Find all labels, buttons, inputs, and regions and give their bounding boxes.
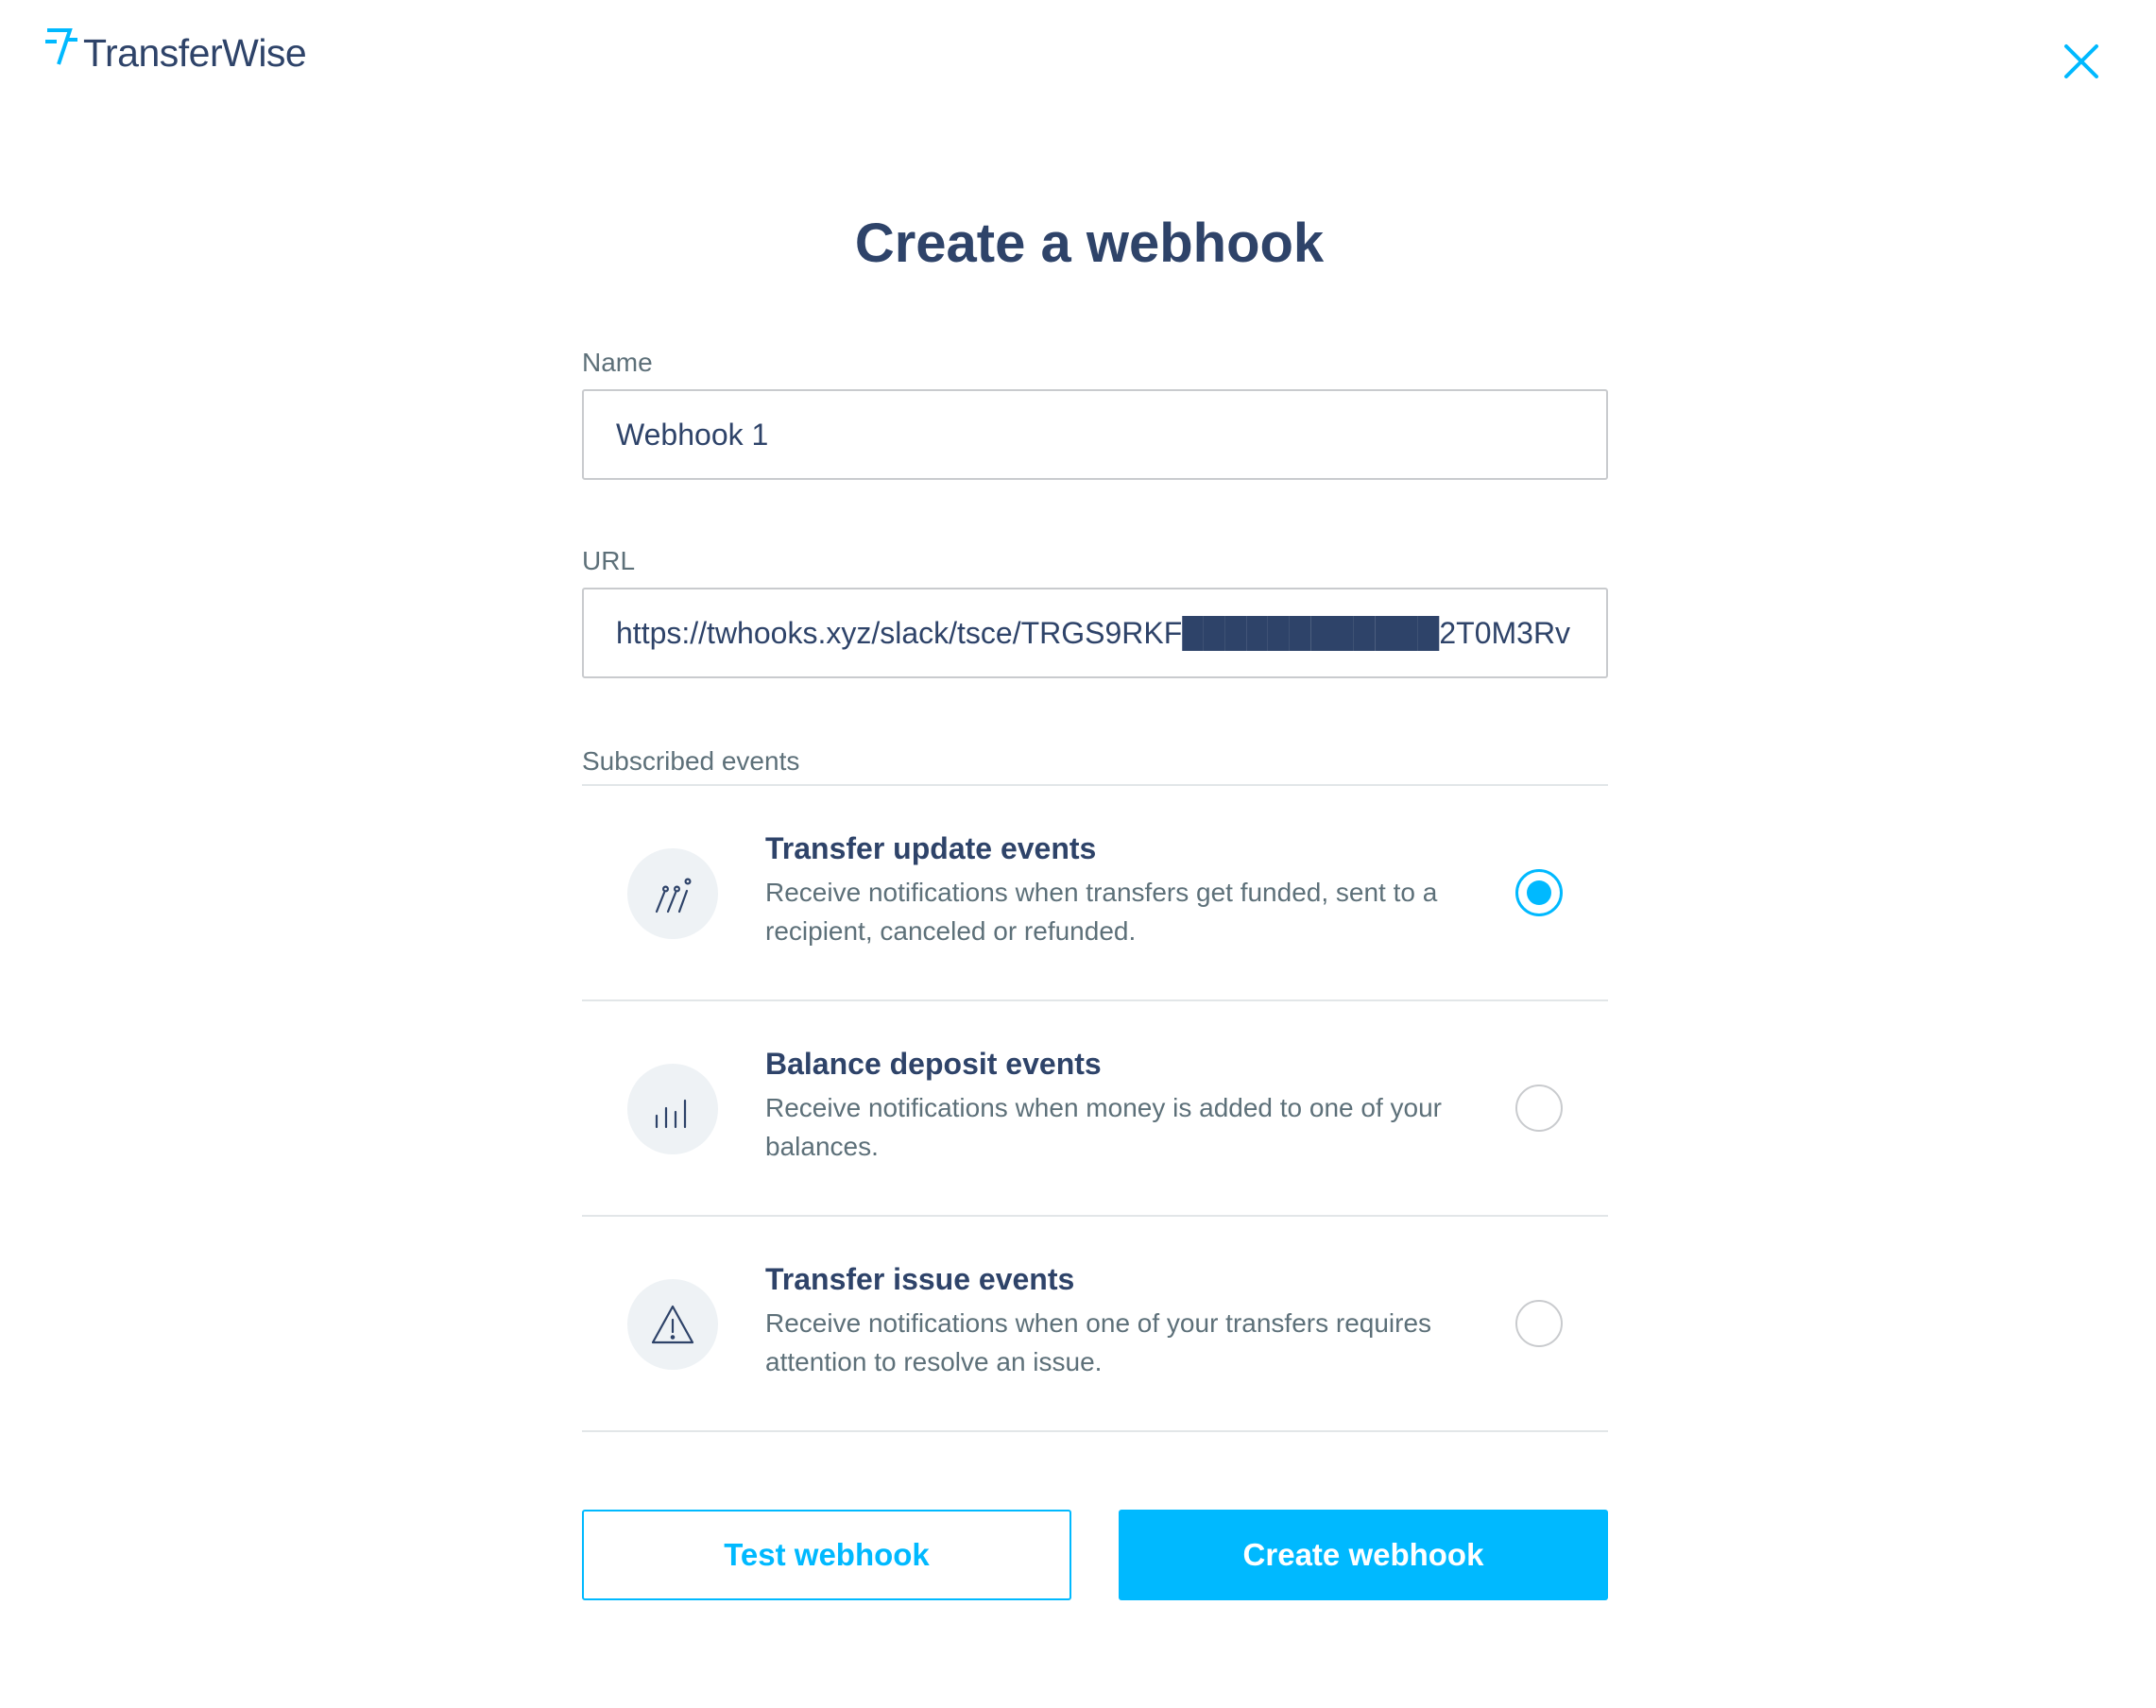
event-radio-selected[interactable] <box>1515 869 1563 916</box>
url-input[interactable] <box>582 588 1608 678</box>
brand-name: TransferWise <box>83 31 307 75</box>
event-option-transfer-issue[interactable]: Transfer issue events Receive notificati… <box>582 1217 1608 1432</box>
warning-triangle-icon <box>627 1279 718 1370</box>
create-webhook-button[interactable]: Create webhook <box>1119 1510 1608 1600</box>
event-list: Transfer update events Receive notificat… <box>582 784 1608 1432</box>
transferwise-logo[interactable]: TransferWise <box>45 26 307 76</box>
create-webhook-page: TransferWise Create a webhook Name URL S… <box>0 0 2156 1708</box>
event-title: Transfer issue events <box>765 1262 1075 1296</box>
event-description: Receive notifications when money is adde… <box>765 1093 1442 1161</box>
event-option-balance-deposit[interactable]: Balance deposit events Receive notificat… <box>582 1001 1608 1217</box>
name-input[interactable] <box>582 389 1608 480</box>
name-field-group: Name <box>582 342 1608 480</box>
url-field-group: URL <box>582 540 1608 678</box>
transferwise-flag-icon <box>45 26 79 76</box>
event-title: Balance deposit events <box>765 1047 1102 1081</box>
event-radio[interactable] <box>1515 1085 1563 1132</box>
bar-chart-icon <box>627 1064 718 1154</box>
url-label: URL <box>582 546 636 575</box>
name-label: Name <box>582 348 653 377</box>
event-radio[interactable] <box>1515 1300 1563 1347</box>
event-description: Receive notifications when one of your t… <box>765 1308 1432 1376</box>
transfer-flow-icon <box>627 848 718 939</box>
event-title: Transfer update events <box>765 831 1097 865</box>
close-icon <box>2063 43 2099 79</box>
subscribed-events-label: Subscribed events <box>582 746 800 776</box>
close-button[interactable] <box>2063 43 2099 79</box>
test-webhook-button[interactable]: Test webhook <box>582 1510 1071 1600</box>
event-description: Receive notifications when transfers get… <box>765 878 1438 946</box>
page-title: Create a webhook <box>854 213 1325 274</box>
event-option-transfer-update[interactable]: Transfer update events Receive notificat… <box>582 786 1608 1001</box>
